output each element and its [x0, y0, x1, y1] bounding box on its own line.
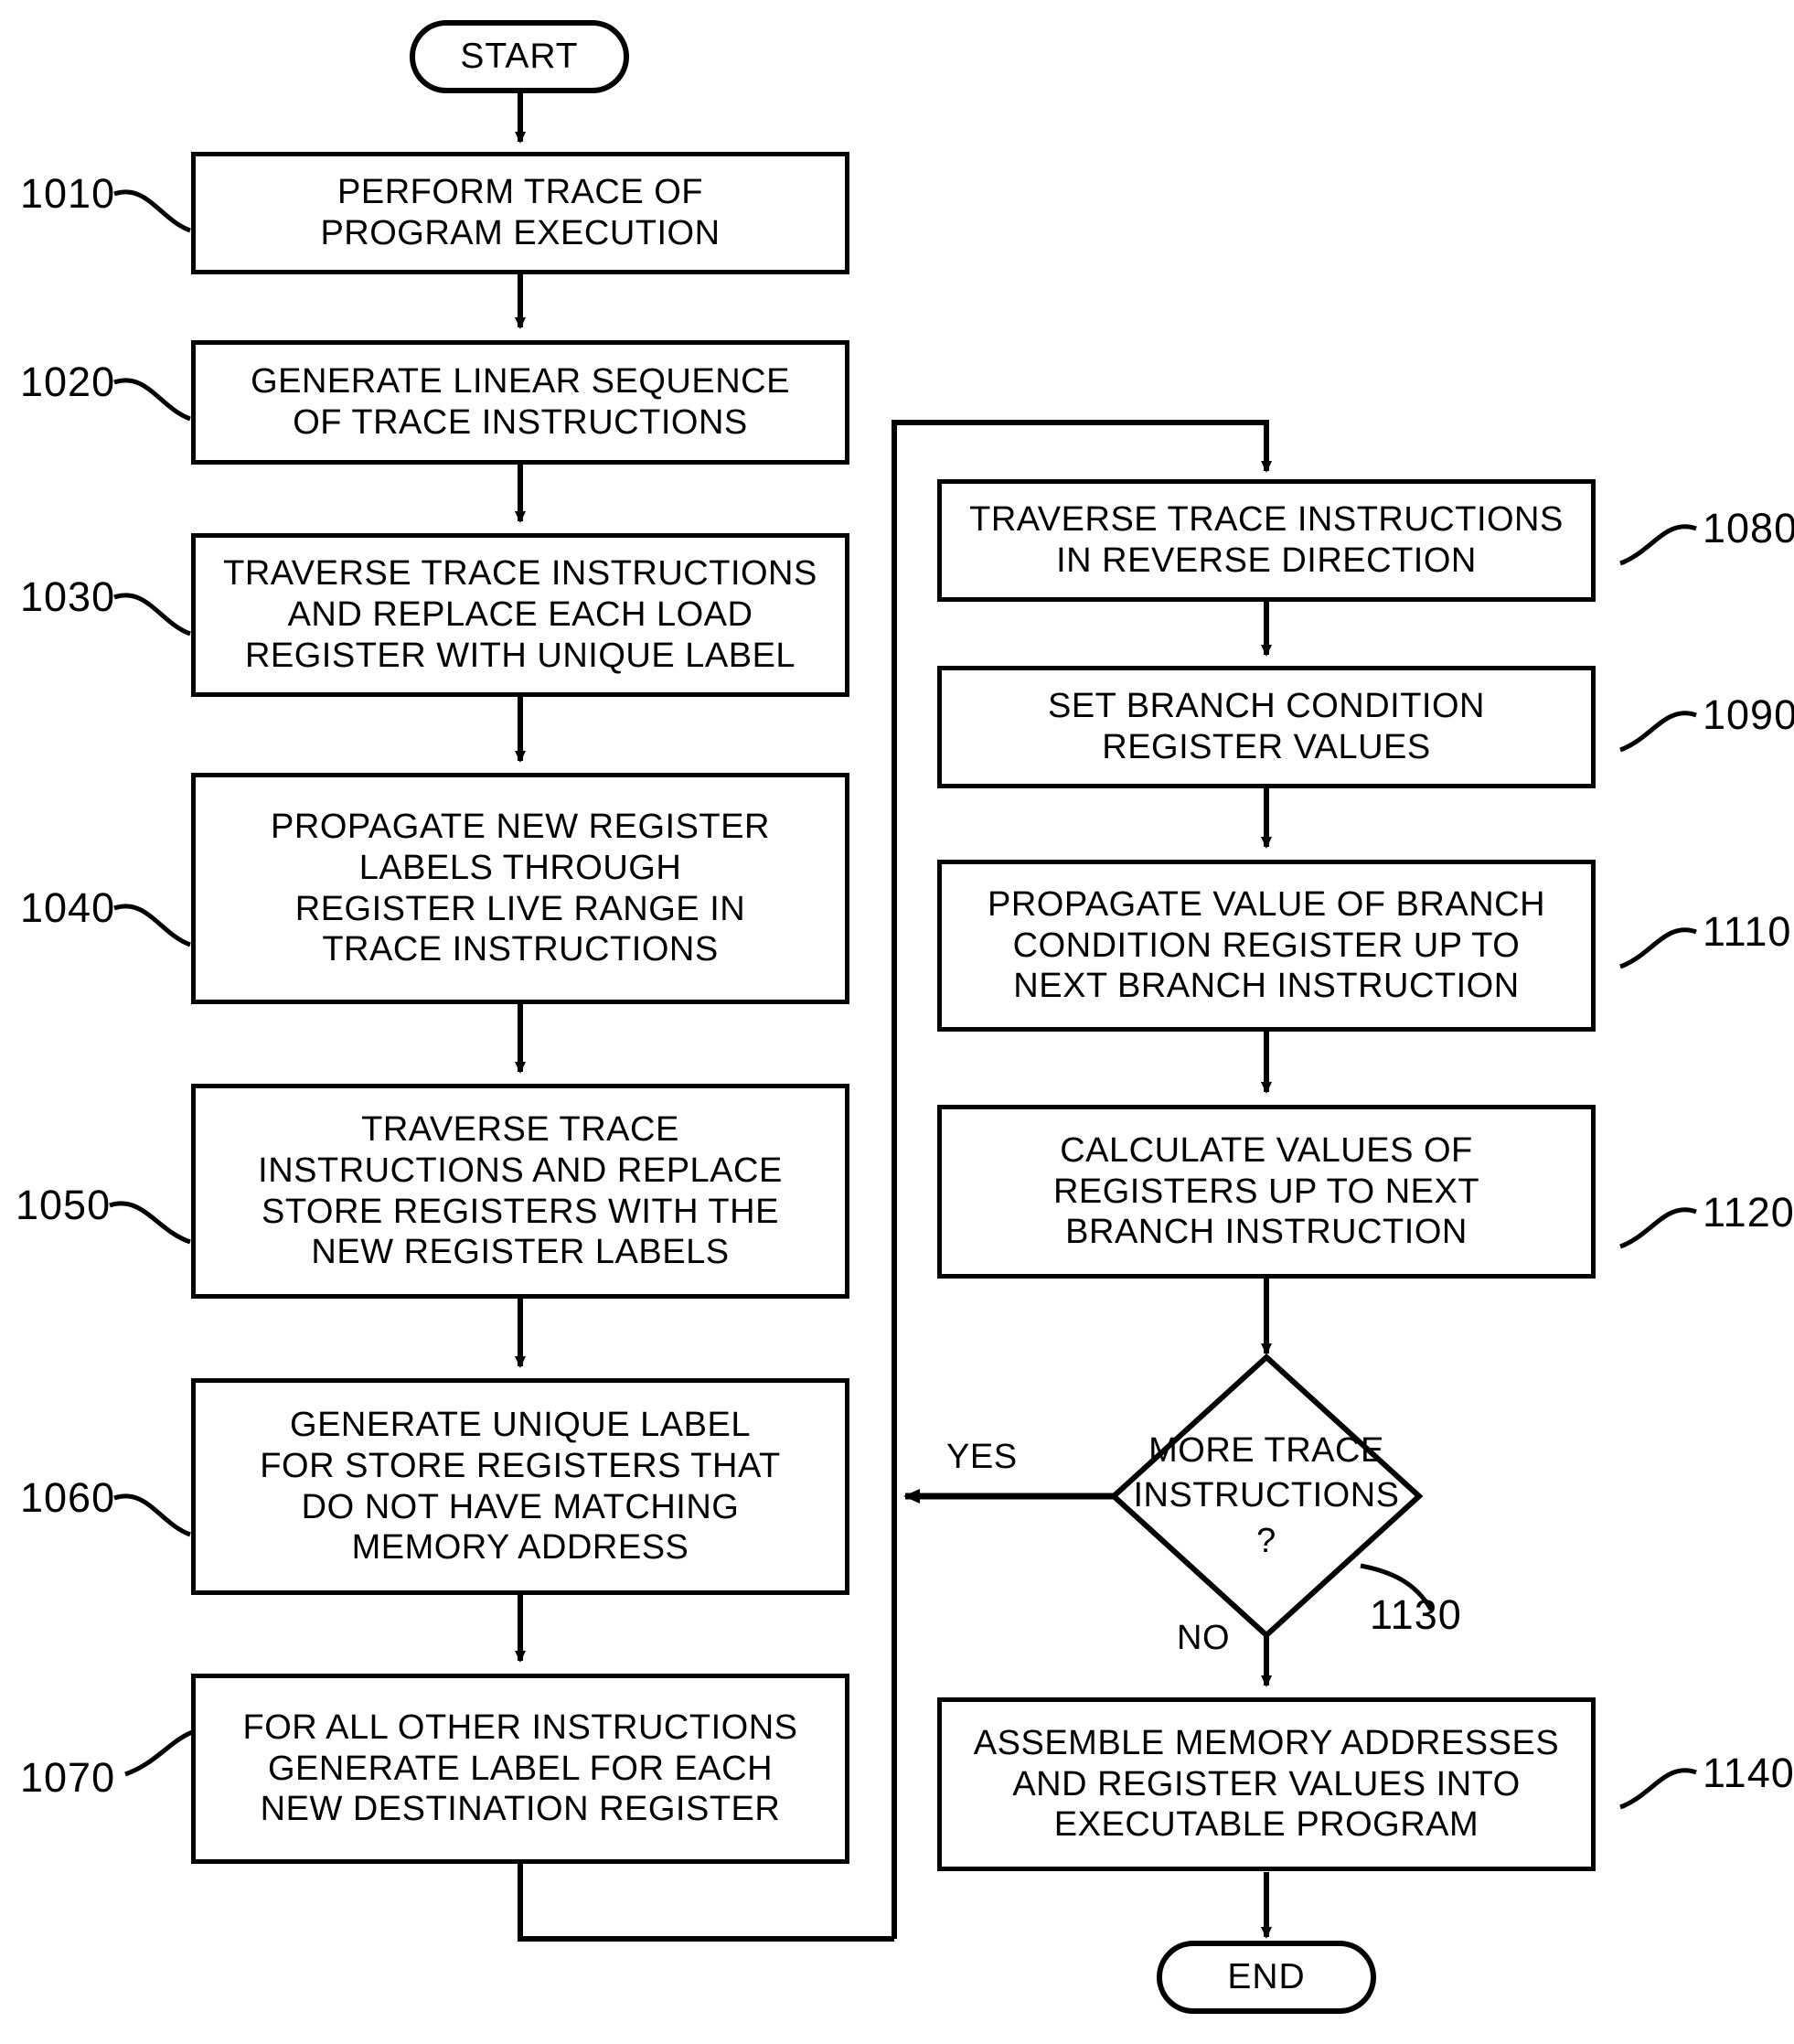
edge-label-no: NO	[1177, 1619, 1230, 1657]
process-node-1030: TRAVERSE TRACE INSTRUCTIONS AND REPLACE …	[191, 533, 849, 697]
flowchart-canvas: START END PERFORM TRACE OF PROGRAM EXECU…	[0, 0, 1794, 2044]
process-node-1050: TRAVERSE TRACE INSTRUCTIONS AND REPLACE …	[191, 1084, 849, 1299]
process-node-1080-text: TRAVERSE TRACE INSTRUCTIONS IN REVERSE D…	[969, 500, 1564, 580]
process-node-1070: FOR ALL OTHER INSTRUCTIONS GENERATE LABE…	[191, 1674, 849, 1864]
reference-numeral-1130: 1130	[1370, 1591, 1462, 1638]
process-node-1030-text: TRAVERSE TRACE INSTRUCTIONS AND REPLACE …	[223, 554, 817, 675]
process-node-1120: CALCULATE VALUES OF REGISTERS UP TO NEXT…	[937, 1105, 1596, 1279]
reference-numeral-1080: 1080	[1703, 505, 1794, 551]
reference-numeral-1110: 1110	[1703, 908, 1792, 955]
process-node-1010-text: PERFORM TRACE OF PROGRAM EXECUTION	[320, 173, 721, 252]
process-node-1070-text: FOR ALL OTHER INSTRUCTIONS GENERATE LABE…	[242, 1707, 798, 1829]
process-node-1020: GENERATE LINEAR SEQUENCE OF TRACE INSTRU…	[191, 340, 849, 465]
reference-numeral-1020: 1020	[20, 359, 116, 405]
process-node-1110: PROPAGATE VALUE OF BRANCH CONDITION REGI…	[937, 860, 1596, 1032]
process-node-1010: PERFORM TRACE OF PROGRAM EXECUTION	[191, 152, 849, 274]
reference-numeral-1010: 1010	[20, 170, 116, 217]
process-node-1060-text: GENERATE UNIQUE LABEL FOR STORE REGISTER…	[260, 1405, 781, 1568]
terminal-end-label: END	[1227, 1956, 1306, 1996]
terminal-start: START	[410, 20, 629, 93]
reference-numeral-1120: 1120	[1703, 1189, 1794, 1236]
process-node-1080: TRAVERSE TRACE INSTRUCTIONS IN REVERSE D…	[937, 479, 1596, 602]
process-node-1120-text: CALCULATE VALUES OF REGISTERS UP TO NEXT…	[1052, 1130, 1480, 1252]
process-node-1090: SET BRANCH CONDITION REGISTER VALUES	[937, 666, 1596, 788]
reference-numeral-1070: 1070	[20, 1754, 116, 1801]
process-node-1140: ASSEMBLE MEMORY ADDRESSES AND REGISTER V…	[937, 1697, 1596, 1871]
terminal-end: END	[1157, 1941, 1376, 2014]
process-node-1020-text: GENERATE LINEAR SEQUENCE OF TRACE INSTRU…	[251, 362, 790, 442]
process-node-1110-text: PROPAGATE VALUE OF BRANCH CONDITION REGI…	[987, 884, 1546, 1006]
terminal-start-label: START	[460, 36, 579, 76]
reference-numeral-1140: 1140	[1703, 1750, 1794, 1796]
process-node-1090-text: SET BRANCH CONDITION REGISTER VALUES	[1047, 687, 1485, 766]
process-node-1050-text: TRAVERSE TRACE INSTRUCTIONS AND REPLACE …	[258, 1109, 783, 1272]
process-node-1040: PROPAGATE NEW REGISTER LABELS THROUGH RE…	[191, 773, 849, 1004]
reference-numeral-1090: 1090	[1703, 691, 1794, 738]
reference-numeral-1060: 1060	[20, 1474, 116, 1521]
edge-label-yes: YES	[946, 1438, 1018, 1476]
reference-numeral-1050: 1050	[16, 1182, 112, 1228]
reference-numeral-1040: 1040	[20, 884, 116, 931]
reference-numeral-1030: 1030	[20, 573, 116, 620]
process-node-1060: GENERATE UNIQUE LABEL FOR STORE REGISTER…	[191, 1378, 849, 1595]
process-node-1040-text: PROPAGATE NEW REGISTER LABELS THROUGH RE…	[271, 807, 770, 969]
process-node-1140-text: ASSEMBLE MEMORY ADDRESSES AND REGISTER V…	[973, 1723, 1560, 1845]
